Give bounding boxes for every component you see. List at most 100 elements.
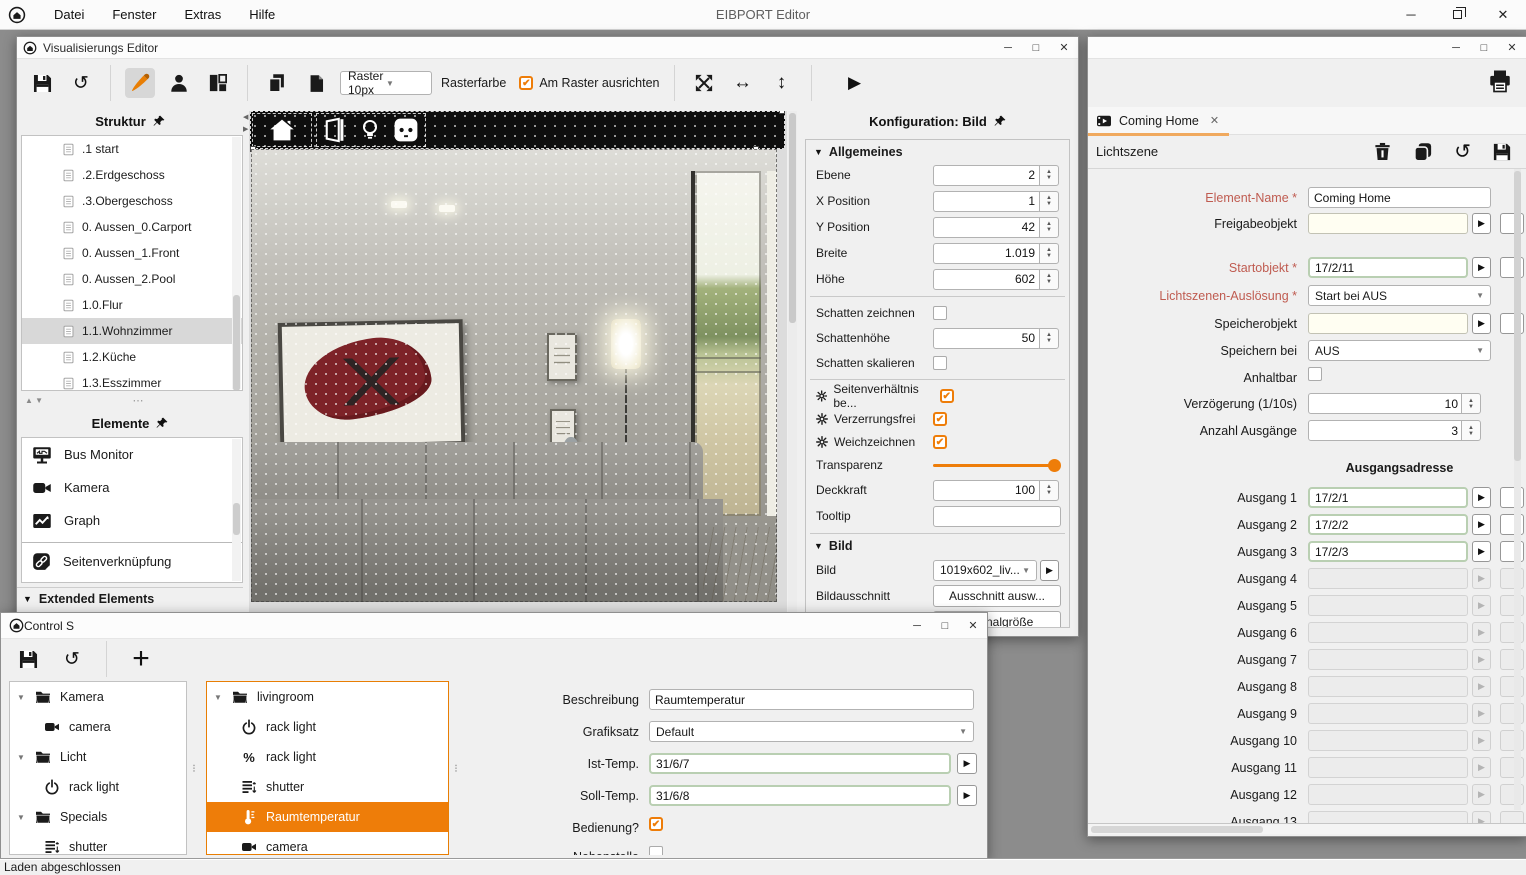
chevron-down-icon[interactable]: ▼ (16, 813, 26, 822)
tree-item[interactable]: 0. Aussen_0.Carport (22, 214, 242, 240)
bedienung-checkbox[interactable]: ✔ (649, 817, 663, 831)
close-tab-icon[interactable]: ✕ (1210, 114, 1219, 127)
object-picker-button[interactable]: ▶ (1472, 213, 1491, 234)
reload-button[interactable]: ↺ (57, 644, 87, 674)
scrollbar-thumb[interactable] (1514, 171, 1521, 461)
tree-item[interactable]: .3.Obergeschoss (22, 188, 242, 214)
tree-item[interactable]: 1.2.Küche (22, 344, 242, 370)
extended-elements-header[interactable]: ▼ Extended Elements (17, 587, 243, 609)
menu-datei[interactable]: Datei (40, 0, 98, 30)
close-button[interactable]: ✕ (1050, 37, 1078, 59)
object-picker-button[interactable]: ▶ (1472, 514, 1491, 535)
y-position-input[interactable] (933, 217, 1041, 238)
tree-folder-licht[interactable]: ▼Licht (10, 742, 186, 772)
panel-splitter[interactable]: ⁝ (189, 681, 199, 855)
object-picker-button[interactable]: ▶ (1472, 313, 1491, 334)
minimize-button[interactable]: ─ (1388, 0, 1434, 30)
anhaltbar-checkbox[interactable] (1308, 367, 1322, 381)
house-icon[interactable] (268, 117, 296, 143)
object-picker-button[interactable]: ▶ (957, 753, 977, 774)
ist-temp-input[interactable] (649, 753, 951, 774)
object-picker-button[interactable]: ▶ (1472, 541, 1491, 562)
menu-fenster[interactable]: Fenster (98, 0, 170, 30)
canvas-navbar-image[interactable] (250, 111, 785, 149)
tree-item-camera[interactable]: camera (207, 832, 448, 855)
pin-icon[interactable] (994, 115, 1006, 127)
transparenz-slider[interactable] (933, 459, 1061, 472)
ausschnitt-button[interactable]: Ausschnitt ausw... (933, 585, 1061, 607)
scrollbar-thumb[interactable] (1091, 826, 1263, 833)
verzoegerung-input[interactable] (1308, 393, 1464, 414)
rasterfarbe-label[interactable]: Rasterfarbe (441, 76, 506, 90)
ausgang-2-input[interactable] (1308, 514, 1468, 535)
scrollbar-thumb[interactable] (233, 503, 240, 535)
tree-item-rack-light[interactable]: rack light (10, 772, 186, 802)
tree-item[interactable]: 1.0.Flur (22, 292, 242, 318)
bulb-icon[interactable] (359, 117, 381, 143)
freigabeobjekt-input[interactable] (1308, 213, 1468, 234)
section-bild[interactable]: ▼Bild (810, 533, 1065, 557)
raster-select[interactable]: Raster 10px ▼ (340, 71, 432, 95)
ausgang-1-input[interactable] (1308, 487, 1468, 508)
chevron-down-icon[interactable]: ▼ (16, 693, 26, 702)
maximize-button[interactable]: □ (1022, 37, 1050, 59)
user-mode-button[interactable] (164, 68, 194, 98)
tree-folder-livingroom[interactable]: ▼livingroom (207, 682, 448, 712)
spinner-buttons[interactable]: ▲▼ (1039, 480, 1059, 501)
fit-button[interactable] (689, 68, 719, 98)
close-button[interactable]: ✕ (1480, 0, 1526, 30)
socket-icon[interactable] (393, 117, 419, 143)
tree-item[interactable]: 1.3.Esszimmer (22, 370, 242, 391)
menu-extras[interactable]: Extras (170, 0, 235, 30)
object-picker-button[interactable]: ▶ (957, 785, 977, 806)
spinner-buttons[interactable]: ▲▼ (1039, 191, 1059, 212)
ausgang-3-input[interactable] (1308, 541, 1468, 562)
element-kamera[interactable]: Kamera (22, 471, 242, 504)
minimize-button[interactable]: ─ (903, 615, 931, 637)
print-button[interactable] (1488, 69, 1512, 93)
spinner-buttons[interactable]: ▲▼ (1039, 269, 1059, 290)
edit-mode-button[interactable] (125, 68, 155, 98)
navbar-group-controls[interactable] (316, 113, 426, 147)
element-seitenverknuepfung[interactable]: Seitenverknüpfung (22, 545, 242, 578)
copy-icon[interactable] (1413, 142, 1433, 162)
restore-button[interactable] (1434, 0, 1480, 30)
navbar-group-home[interactable] (252, 113, 312, 147)
save-button[interactable] (13, 644, 43, 674)
tree-item[interactable]: .2.Erdgeschoss (22, 162, 242, 188)
maximize-button[interactable]: □ (931, 615, 959, 637)
element-graph[interactable]: Graph (22, 504, 242, 537)
tree-item[interactable]: .1 start (22, 136, 242, 162)
scene-titlebar[interactable]: ─ □ ✕ (1088, 37, 1526, 59)
pin-icon[interactable] (153, 115, 165, 127)
preview-button[interactable]: ▶ (840, 68, 870, 98)
element-name-input[interactable] (1308, 187, 1491, 208)
tree-item-camera[interactable]: camera (10, 712, 186, 742)
speichern-bei-select[interactable]: AUS▼ (1308, 340, 1491, 361)
tree-item[interactable]: 0. Aussen_2.Pool (22, 266, 242, 292)
trash-icon[interactable] (1373, 142, 1392, 161)
struktur-scrollbar[interactable] (232, 137, 241, 389)
verzerrungsfrei-checkbox[interactable]: ✔ (933, 412, 947, 426)
tree-item-rack-light-switch[interactable]: rack light (207, 712, 448, 742)
align-grid-checkbox[interactable]: ✔ (519, 76, 533, 90)
bild-picker-button[interactable]: ▶ (1040, 560, 1059, 581)
anzahl-ausgaenge-input[interactable] (1308, 420, 1464, 441)
tree-item-shutter[interactable]: shutter (10, 832, 186, 855)
startobjekt-input[interactable] (1308, 257, 1468, 278)
spinner-buttons[interactable]: ▲▼ (1039, 243, 1059, 264)
slider-knob[interactable] (1048, 459, 1061, 472)
tree-item-rack-light-dimmer[interactable]: %rack light (207, 742, 448, 772)
control-titlebar[interactable]: Control S ─ □ ✕ (1, 613, 987, 639)
scene-scrollbar-horizontal[interactable] (1088, 823, 1526, 834)
chevron-down-icon[interactable]: ▼ (16, 753, 26, 762)
panel-splitter[interactable]: ⁝ (451, 681, 461, 855)
scene-scrollbar-vertical[interactable] (1514, 169, 1521, 810)
spinner-buttons[interactable]: ▲▼ (1461, 420, 1481, 441)
schatten-zeichnen-checkbox[interactable] (933, 306, 947, 320)
minimize-button[interactable]: ─ (994, 37, 1022, 59)
object-picker-button[interactable]: ▶ (1472, 257, 1491, 278)
hoehe-input[interactable] (933, 269, 1041, 290)
canvas-image-livingroom[interactable] (251, 149, 777, 602)
chevron-down-icon[interactable]: ▼ (213, 693, 223, 702)
